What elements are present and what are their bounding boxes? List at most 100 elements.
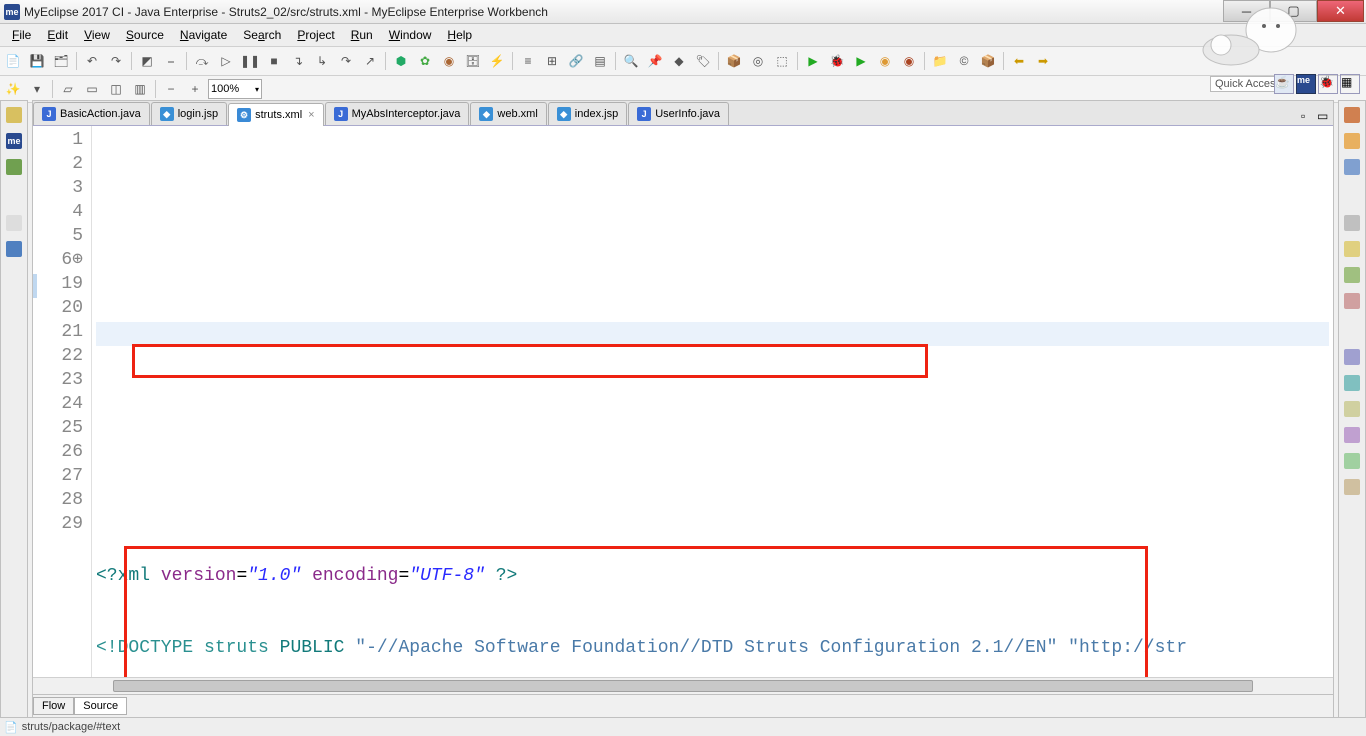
align-left-button[interactable]: ≡ [517,50,539,72]
service-button[interactable]: ⚡ [486,50,508,72]
zoom-input[interactable]: 100%▾ [208,79,262,99]
debug-button[interactable]: 🐞 [826,50,848,72]
code-editor[interactable]: 123456⊕1920212223242526272829 <?xml vers… [33,126,1333,677]
layout-1-button[interactable]: ▱ [57,78,79,100]
menu-search[interactable]: Search [235,26,289,44]
history-icon[interactable] [1344,401,1360,417]
search-button[interactable]: 🔍 [620,50,642,72]
debug-stepover-button[interactable]: ↷ [335,50,357,72]
link-button[interactable]: 🔗 [565,50,587,72]
menu-source[interactable]: Source [118,26,172,44]
image-preview-icon[interactable] [6,241,22,257]
mark-button[interactable]: ◆ [668,50,690,72]
struts-button[interactable]: ⬢ [390,50,412,72]
perspective-other-icon[interactable]: ▦ [1340,74,1360,94]
layout-4-button[interactable]: ▥ [129,78,151,100]
tab-index-jsp[interactable]: ◆index.jsp [548,102,627,125]
tab-userinfo[interactable]: JUserInfo.java [628,102,729,125]
flow-tab[interactable]: Flow [33,697,74,715]
format-button[interactable]: ⎯ [160,50,182,72]
new-class-button[interactable]: © [953,50,975,72]
wizard-button[interactable]: ✨ [2,78,24,100]
snippets-icon[interactable] [6,215,22,231]
editor-maximize-button[interactable]: ▭ [1317,109,1333,125]
debug-stop-button[interactable]: ■ [263,50,285,72]
hibernate-button[interactable]: ◉ [438,50,460,72]
profile-button[interactable]: ◉ [898,50,920,72]
perspective-debug-icon[interactable]: 🐞 [1318,74,1338,94]
problems-icon[interactable] [1344,293,1360,309]
terminal-icon[interactable] [1344,479,1360,495]
coverage-button[interactable]: ◉ [874,50,896,72]
tasks-icon[interactable] [1344,133,1360,149]
scrollbar-thumb[interactable] [113,680,1253,692]
tab-myabsinterceptor[interactable]: JMyAbsInterceptor.java [325,102,470,125]
debug-stepout-button[interactable]: ↗ [359,50,381,72]
menu-file[interactable]: File [4,26,39,44]
pin-button[interactable]: 📌 [644,50,666,72]
minimize-button[interactable]: ─ [1223,0,1270,22]
code-content[interactable]: <?xml version="1.0" encoding="UTF-8" ?> … [92,126,1333,677]
minimap-icon[interactable] [1344,159,1360,175]
task-button[interactable]: ⬚ [771,50,793,72]
search-view-icon[interactable] [1344,375,1360,391]
layout-3-button[interactable]: ◫ [105,78,127,100]
debug-resume-button[interactable]: ▷ [215,50,237,72]
run-ext-button[interactable]: ▶ [850,50,872,72]
menu-view[interactable]: View [76,26,118,44]
layers-button[interactable]: ▤ [589,50,611,72]
spring-button[interactable]: ✿ [414,50,436,72]
dropdown-button[interactable]: ▾ [26,78,48,100]
horizontal-scrollbar[interactable] [33,677,1333,694]
tag-button[interactable]: 🏷 [692,50,714,72]
package-explorer-icon[interactable] [6,107,22,123]
debug-step-button[interactable]: ↴ [287,50,309,72]
menu-project[interactable]: Project [289,26,342,44]
tab-struts-xml[interactable]: ⚙struts.xml× [228,103,324,126]
menu-navigate[interactable]: Navigate [172,26,235,44]
zoom-out-button[interactable]: − [160,78,182,100]
debug-skip-button[interactable]: ⤼ [191,50,213,72]
type-hierarchy-icon[interactable] [6,159,22,175]
db-button[interactable]: 🗄 [462,50,484,72]
menu-run[interactable]: Run [343,26,381,44]
maximize-button[interactable]: ▢ [1270,0,1317,22]
debug-pause-button[interactable]: ❚❚ [239,50,261,72]
undo-button[interactable]: ↶ [81,50,103,72]
save-all-button[interactable]: 🗂 [50,50,72,72]
save-button[interactable]: 💾 [26,50,48,72]
new-proj-button[interactable]: 📁 [929,50,951,72]
tab-login-jsp[interactable]: ◆login.jsp [151,102,227,125]
menu-help[interactable]: Help [439,26,480,44]
zoom-in-button[interactable]: + [184,78,206,100]
editor-minimize-button[interactable]: ▫ [1301,109,1317,125]
new-pkg-button[interactable]: 📦 [977,50,999,72]
call-hierarchy-icon[interactable] [1344,427,1360,443]
tab-basicaction[interactable]: JBasicAction.java [33,102,150,125]
open-type-button[interactable]: ◎ [747,50,769,72]
package-button[interactable]: 📦 [723,50,745,72]
toggle-button[interactable]: ◩ [136,50,158,72]
forward-button[interactable]: ➡ [1032,50,1054,72]
perspective-java-icon[interactable]: ☕ [1274,74,1294,94]
redo-button[interactable]: ↷ [105,50,127,72]
close-button[interactable]: ✕ [1317,0,1364,22]
myeclipse-view-icon[interactable]: me [6,133,22,149]
source-tab[interactable]: Source [74,697,127,715]
new-button[interactable]: 📄 [2,50,24,72]
snippets2-icon[interactable] [1344,267,1360,283]
grid-button[interactable]: ⊞ [541,50,563,72]
outline-icon[interactable] [1344,107,1360,123]
back-button[interactable]: ⬅ [1008,50,1030,72]
menu-window[interactable]: Window [381,26,440,44]
run-button[interactable]: ▶ [802,50,824,72]
tab-web-xml[interactable]: ◆web.xml [470,102,546,125]
coverage-view-icon[interactable] [1344,453,1360,469]
close-tab-icon[interactable]: × [308,109,314,121]
properties-icon[interactable] [1344,215,1360,231]
menu-edit[interactable]: Edit [39,26,76,44]
console-icon[interactable] [1344,349,1360,365]
perspective-myeclipse-icon[interactable]: me [1296,74,1316,94]
servers-icon[interactable] [1344,241,1360,257]
layout-2-button[interactable]: ▭ [81,78,103,100]
